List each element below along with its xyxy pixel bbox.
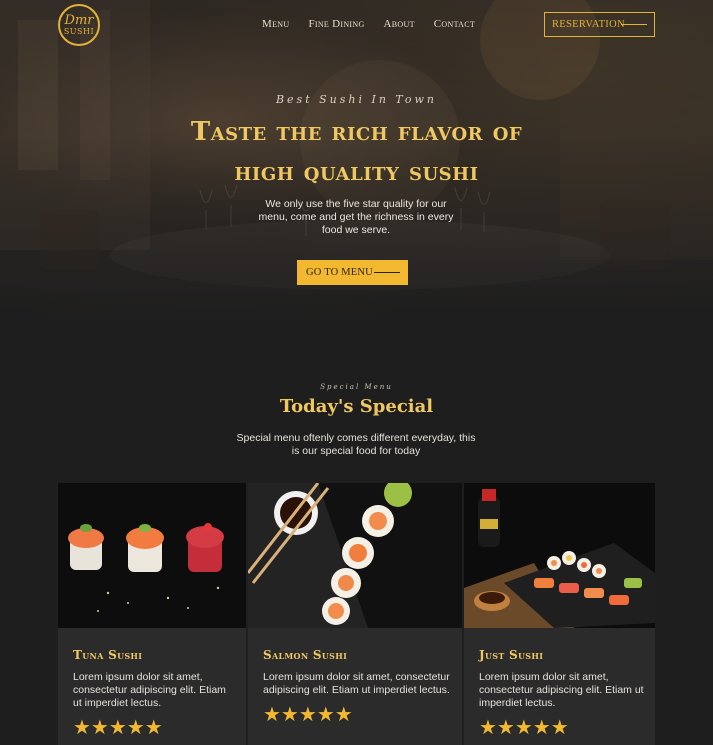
salmon-sushi-image xyxy=(248,483,462,628)
card-description: Lorem ipsum dolor sit amet, consectetur … xyxy=(73,671,226,709)
nav-link-menu[interactable]: Menu xyxy=(262,18,289,30)
menu-card-body: Salmon Sushi Lorem ipsum dolor sit amet,… xyxy=(263,648,452,725)
card-description: Lorem ipsum dolor sit amet, consectetur … xyxy=(479,671,644,709)
logo-sushi-text: SUSHI xyxy=(63,26,95,36)
card-title: Salmon Sushi xyxy=(263,648,348,662)
special-title: Today's Special xyxy=(279,396,434,417)
salmon-sushi-photo xyxy=(248,483,462,628)
reservation-button[interactable]: RESERVATION xyxy=(544,12,655,37)
hero-title-line-2: high quality sushi xyxy=(234,157,479,187)
tuna-sushi-image xyxy=(58,483,246,628)
reservation-button-label: RESERVATION xyxy=(552,19,625,30)
brand-logo[interactable]: Dmr SUSHI xyxy=(58,4,100,46)
stars-icon: ★★★★★ xyxy=(263,702,353,726)
just-sushi-photo xyxy=(464,483,655,628)
menu-card-just-sushi[interactable]: Just Sushi Lorem ipsum dolor sit amet, c… xyxy=(464,483,655,745)
nav-link-about[interactable]: About xyxy=(384,18,415,30)
menu-card-body: Just Sushi Lorem ipsum dolor sit amet, c… xyxy=(479,648,645,738)
logo-script-text: Dmr xyxy=(64,12,94,28)
arrow-line-icon xyxy=(374,272,400,273)
star-rating: ★★★★★ xyxy=(479,716,645,738)
hero-title: Taste the rich flavor of high quality su… xyxy=(0,112,713,192)
star-rating: ★★★★★ xyxy=(263,703,452,725)
hero-description: We only use the five star quality for ou… xyxy=(258,198,454,236)
nav-link-contact[interactable]: Contact xyxy=(434,18,475,30)
hero-subtitle: Best Sushi In Town xyxy=(275,93,438,106)
nav-link-fine-dining[interactable]: Fine Dining xyxy=(308,18,364,30)
go-to-menu-button[interactable]: GO TO MENU xyxy=(297,260,408,285)
stars-icon: ★★★★★ xyxy=(73,715,163,739)
main-nav: Menu Fine Dining About Contact xyxy=(262,18,475,30)
menu-card-body: Tuna Sushi Lorem ipsum dolor sit amet, c… xyxy=(73,648,236,738)
card-description: Lorem ipsum dolor sit amet, consectetur … xyxy=(263,671,450,696)
hero-title-line-1: Taste the rich flavor of xyxy=(190,117,523,147)
just-sushi-image xyxy=(464,483,655,628)
tuna-sushi-photo xyxy=(58,483,246,628)
special-description: Special menu oftenly comes different eve… xyxy=(236,432,476,457)
card-title: Tuna Sushi xyxy=(73,648,143,662)
go-to-menu-label: GO TO MENU xyxy=(306,267,373,278)
card-title: Just Sushi xyxy=(479,648,544,662)
stars-icon: ★★★★★ xyxy=(479,715,569,739)
star-rating: ★★★★★ xyxy=(73,716,236,738)
menu-card-tuna[interactable]: Tuna Sushi Lorem ipsum dolor sit amet, c… xyxy=(58,483,246,745)
special-subtitle: Special Menu xyxy=(320,383,393,391)
arrow-line-icon xyxy=(621,24,647,25)
menu-card-salmon[interactable]: Salmon Sushi Lorem ipsum dolor sit amet,… xyxy=(248,483,462,745)
